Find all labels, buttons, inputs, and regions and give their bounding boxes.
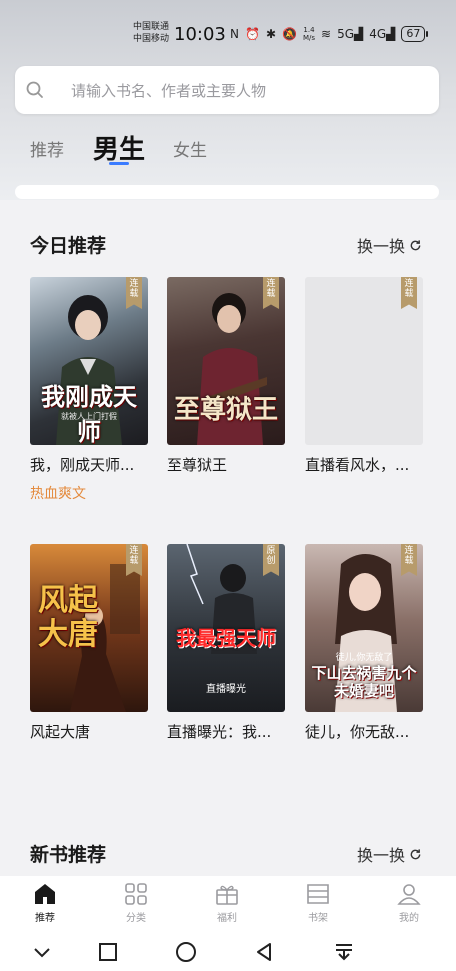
book-card[interactable]: 连载 徒儿,你无敌了 下山去祸害九个未婚妻吧 徒儿，你无敌...	[305, 544, 423, 742]
carrier-2: 中国移动	[133, 34, 170, 44]
carrier-1: 中国联通	[133, 22, 170, 32]
status-badge: 连载	[263, 277, 279, 309]
battery-icon: 67	[401, 26, 429, 42]
wifi-icon: ≋	[321, 27, 332, 41]
status-badge: 原创	[263, 544, 279, 576]
cover-title: 下山去祸害九个未婚妻吧	[311, 664, 417, 700]
search-input[interactable]: 请输入书名、作者或主要人物	[15, 66, 439, 114]
recent-apps-icon[interactable]	[96, 940, 120, 964]
category-icon	[125, 883, 147, 905]
nav-item-welfare[interactable]: 福利	[197, 882, 257, 924]
book-title[interactable]: 我，刚成天师...	[30, 454, 148, 475]
refresh-button-today[interactable]: 换一换	[357, 233, 422, 257]
book-title[interactable]: 徒儿，你无敌...	[305, 721, 423, 742]
profile-icon	[397, 884, 421, 905]
chevron-down-icon[interactable]	[30, 940, 54, 964]
nav-item-bookshelf[interactable]: 书架	[288, 882, 348, 924]
book-cover[interactable]: 原创 我最强天师 直播曝光	[167, 544, 285, 712]
book-card[interactable]: 原创 我最强天师 直播曝光 直播曝光：我...	[167, 544, 285, 742]
status-badge: 连载	[401, 277, 417, 309]
book-title[interactable]: 直播曝光：我...	[167, 721, 285, 742]
book-title[interactable]: 至尊狱王	[167, 454, 285, 475]
nfc-icon: N	[230, 27, 239, 41]
tab-male[interactable]: 男生	[93, 129, 145, 166]
bottom-navigation: 推荐 分类 福利 书架 我的	[0, 876, 456, 932]
status-badge: 连载	[126, 544, 142, 576]
status-icons: N ⏰ ✱ 🔕 1.4 M/s ≋ 5G▟ 4G▟ 67	[230, 26, 429, 42]
signal-4g: 4G▟	[369, 27, 396, 41]
clock: 10:03	[174, 24, 226, 45]
back-icon[interactable]	[252, 940, 276, 964]
cover-title: 风起大唐	[38, 583, 98, 652]
gift-icon	[216, 885, 238, 905]
bookshelf-icon	[307, 884, 329, 904]
status-badge: 连载	[126, 277, 142, 309]
nav-item-recommend[interactable]: 推荐	[15, 882, 75, 924]
home-button-icon[interactable]	[174, 940, 198, 964]
alarm-icon: ⏰	[244, 27, 260, 41]
home-icon	[35, 884, 55, 904]
book-cover[interactable]: 连载 至尊狱王	[167, 277, 285, 445]
book-cover[interactable]: 连载 我刚成天师 就被人上门打假	[30, 277, 148, 445]
cover-title: 至尊狱王	[173, 395, 278, 425]
book-title[interactable]: 风起大唐	[30, 721, 148, 742]
refresh-icon	[410, 848, 421, 859]
system-navigation-bar	[0, 932, 456, 971]
book-card[interactable]: 连载 我刚成天师 就被人上门打假 我，刚成天师... 热血爽文	[30, 277, 148, 503]
book-cover[interactable]: 连载 徒儿,你无敌了 下山去祸害九个未婚妻吧	[305, 544, 423, 712]
book-title[interactable]: 直播看风水，...	[305, 454, 423, 475]
cover-title: 我最强天师	[176, 626, 276, 650]
book-tag: 热血爽文	[30, 486, 86, 502]
status-badge: 连载	[401, 544, 417, 576]
section-title-today: 今日推荐	[30, 235, 107, 257]
refresh-button-new[interactable]: 换一换	[357, 842, 422, 866]
carrier-labels: 中国联通 中国移动	[133, 21, 169, 45]
tab-active-indicator	[109, 162, 129, 165]
tab-female[interactable]: 女生	[173, 136, 207, 161]
bluetooth-icon: ✱	[265, 27, 276, 41]
cover-subtitle: 直播曝光	[206, 684, 246, 695]
section-title-new: 新书推荐	[30, 844, 107, 866]
signal-5g: 5G▟	[337, 27, 364, 41]
book-cover[interactable]: 连载	[305, 277, 423, 445]
book-card[interactable]: 连载 风起大唐 风起大唐	[30, 544, 148, 742]
search-icon	[26, 81, 43, 98]
cover-subtitle: 就被人上门打假	[61, 412, 117, 421]
book-cover[interactable]: 连载 风起大唐	[30, 544, 148, 712]
notification-shade-icon[interactable]	[332, 940, 356, 964]
nav-item-profile[interactable]: 我的	[379, 882, 439, 924]
status-bar: 中国联通 中国移动 10:03 N ⏰ ✱ 🔕 1.4 M/s ≋ 5G▟ 4G…	[0, 0, 456, 62]
mute-icon: 🔕	[282, 27, 297, 41]
book-card[interactable]: 连载 至尊狱王 至尊狱王	[167, 277, 285, 475]
book-card[interactable]: 连载 直播看风水，...	[305, 277, 423, 475]
banner-placeholder	[15, 185, 439, 199]
tab-recommend[interactable]: 推荐	[30, 136, 64, 161]
search-placeholder: 请输入书名、作者或主要人物	[71, 82, 267, 100]
cover-subtitle: 徒儿,你无敌了	[335, 653, 393, 663]
refresh-icon	[410, 239, 421, 250]
network-speed: 1.4 M/s	[302, 26, 315, 42]
nav-item-category[interactable]: 分类	[106, 882, 166, 924]
